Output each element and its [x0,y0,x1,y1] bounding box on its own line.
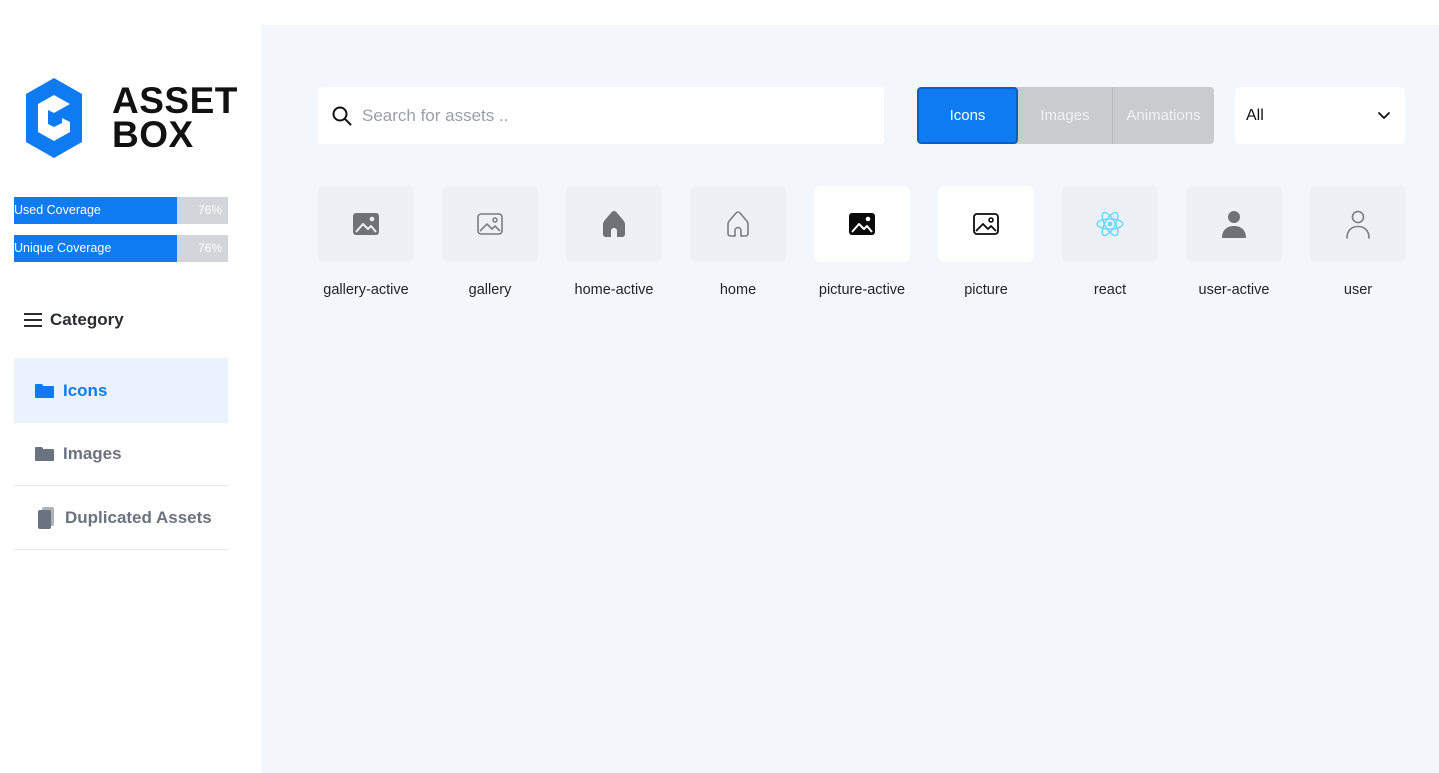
sidebar: ASSET BOX Used Coverage 76% Unique Cover… [0,0,261,773]
tab-images[interactable]: Images [1018,87,1113,144]
user-outline-icon [1346,210,1370,239]
asset-tile[interactable] [1186,186,1282,262]
sidebar-item-label: Duplicated Assets [65,507,212,527]
asset-card-home-active[interactable]: home-active [566,186,662,298]
unique-coverage-label: Unique Coverage [14,241,112,255]
asset-type-tabs: Icons Images Animations [917,87,1214,144]
asset-card-react[interactable]: react [1062,186,1158,298]
asset-name: user [1343,282,1373,298]
sidebar-item-images[interactable]: Images [14,423,228,485]
asset-card-picture-active[interactable]: picture-active [814,186,910,298]
duplicate-icon [38,506,56,529]
tab-animations[interactable]: Animations [1113,87,1214,144]
unique-coverage-bar: Unique Coverage 76% [14,235,228,262]
asset-tile[interactable] [318,186,414,262]
picture-outline-icon [973,213,999,235]
react-icon [1096,211,1124,237]
logo-line-2: BOX [112,114,194,155]
unique-coverage-percent: 76% [197,241,222,255]
search-input[interactable] [362,105,842,126]
folder-icon [35,447,54,461]
asset-card-picture[interactable]: picture [938,186,1034,298]
hamburger-icon[interactable] [24,313,42,327]
used-coverage-percent: 76% [197,203,222,217]
asset-card-user-active[interactable]: user-active [1186,186,1282,298]
app-window: ASSET BOX Used Coverage 76% Unique Cover… [0,0,1439,773]
asset-box-logo-icon [26,78,82,158]
folder-icon [35,383,54,398]
search-icon [332,106,352,125]
asset-grid: gallery-active gallery home-active home … [318,186,1406,298]
tab-icons[interactable]: Icons [917,87,1018,144]
main-content: Icons Images Animations All gallery-acti… [261,25,1439,773]
gallery-outline-icon [477,213,503,235]
asset-card-gallery[interactable]: gallery [442,186,538,298]
sidebar-item-label: Images [63,444,122,463]
sidebar-item-icons[interactable]: Icons [14,358,228,423]
asset-name: react [1093,282,1127,298]
logo-text: ASSET BOX [112,80,238,155]
asset-name: home [719,282,757,298]
filter-selected-value: All [1246,106,1264,124]
home-outline-icon [727,211,749,237]
asset-tile[interactable] [566,186,662,262]
asset-tile[interactable] [938,186,1034,262]
asset-tile[interactable] [690,186,786,262]
asset-card-home[interactable]: home [690,186,786,298]
category-heading: Category [24,310,124,330]
user-filled-icon [1222,211,1246,238]
sidebar-item-label: Icons [63,380,108,400]
asset-name: gallery [468,282,512,298]
asset-tile[interactable] [1062,186,1158,262]
asset-card-gallery-active[interactable]: gallery-active [318,186,414,298]
picture-filled-icon [849,213,875,235]
asset-name: home-active [574,282,654,298]
nav-divider [14,549,228,550]
sidebar-item-duplicated-assets[interactable]: Duplicated Assets [14,486,228,549]
asset-card-user[interactable]: user [1310,186,1406,298]
logo-line-1: ASSET [112,80,238,121]
gallery-filled-icon [353,213,379,235]
category-heading-label: Category [50,310,124,329]
home-filled-icon [603,211,625,237]
search-box[interactable] [318,87,884,144]
asset-name: user-active [1198,282,1270,298]
asset-name: picture-active [818,282,906,298]
logo: ASSET BOX [24,76,238,160]
asset-tile[interactable] [442,186,538,262]
asset-tile[interactable] [1310,186,1406,262]
asset-name: picture [964,282,1008,298]
used-coverage-label: Used Coverage [14,203,101,217]
chevron-down-icon [1378,111,1390,119]
asset-name: gallery-active [323,282,409,298]
filter-select[interactable]: All [1235,87,1405,144]
used-coverage-bar: Used Coverage 76% [14,197,228,224]
asset-tile[interactable] [814,186,910,262]
